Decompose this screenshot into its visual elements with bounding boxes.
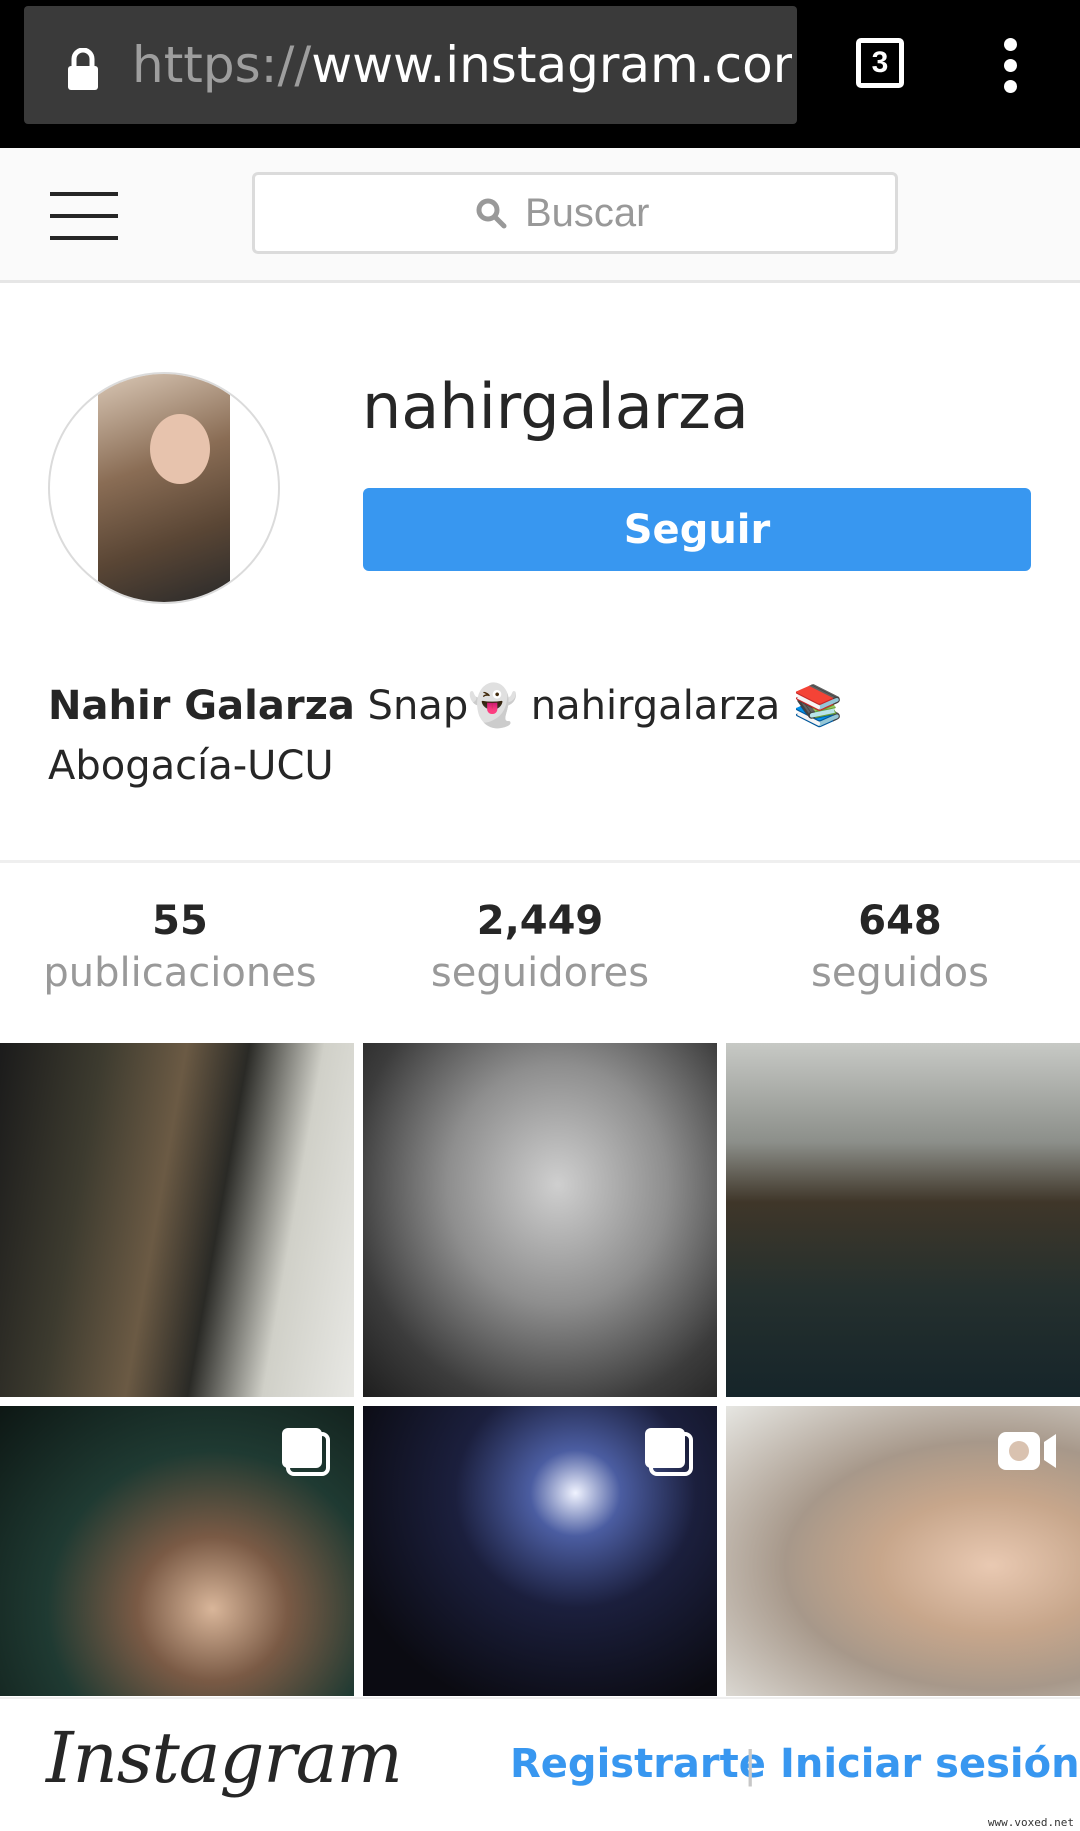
post-thumbnail[interactable] [363,1406,717,1696]
avatar-photo [98,374,230,602]
divider [0,860,1080,863]
post-thumbnail[interactable] [363,1043,717,1397]
profile-bio: Nahir Galarza Snap👻 nahirgalarza 📚Abogac… [48,676,1008,796]
video-icon [998,1432,1056,1470]
app-header [0,148,1080,283]
stat-value: 648 [858,898,942,944]
signup-link[interactable]: Registrarte [510,1741,766,1787]
stat-value: 55 [152,898,208,944]
login-link[interactable]: Iniciar sesión [780,1741,1080,1787]
stat-label: publicaciones [43,950,317,996]
instagram-logo: Instagram [46,1717,403,1799]
stat-label: seguidos [810,950,989,996]
url-text[interactable]: https://www.instagram.com/n [132,32,792,98]
post-thumbnail[interactable] [726,1043,1080,1397]
separator: | [745,1743,756,1787]
url-host: www.instagram.com [311,36,792,94]
profile-username: nahirgalarza [362,370,749,443]
url-scheme: https:// [132,36,312,94]
search-icon [476,198,507,229]
multiple-photos-icon [282,1428,330,1476]
address-bar[interactable]: https://www.instagram.com/n [24,6,797,124]
stat-value: 2,449 [476,898,604,944]
post-thumbnail[interactable] [0,1406,354,1696]
profile-avatar[interactable] [48,372,280,604]
search-input[interactable] [525,190,675,236]
multiple-photos-icon [645,1428,693,1476]
login-footer: Instagram Registrarte | Iniciar sesión w… [0,1697,1080,1831]
browser-toolbar: https://www.instagram.com/n 3 [0,0,1080,148]
stat-followers[interactable]: 2,449 seguidores [360,895,720,1005]
tab-switcher-button[interactable]: 3 [856,38,904,88]
search-box[interactable] [252,172,898,254]
stat-posts: 55 publicaciones [0,895,360,1005]
tab-count: 3 [871,46,889,79]
bio-full-name: Nahir Galarza [48,683,355,729]
lock-icon [68,48,98,90]
stat-label: seguidores [430,950,650,996]
stat-following[interactable]: 648 seguidos [720,895,1080,1005]
post-thumbnail[interactable] [726,1406,1080,1696]
post-thumbnail[interactable] [0,1043,354,1397]
hamburger-menu-icon[interactable] [50,192,118,240]
watermark: www.voxed.net [987,1816,1074,1829]
profile-stats: 55 publicaciones 2,449 seguidores 648 se… [0,895,1080,1005]
follow-button[interactable]: Seguir [363,488,1031,571]
browser-menu-icon[interactable] [998,38,1022,94]
